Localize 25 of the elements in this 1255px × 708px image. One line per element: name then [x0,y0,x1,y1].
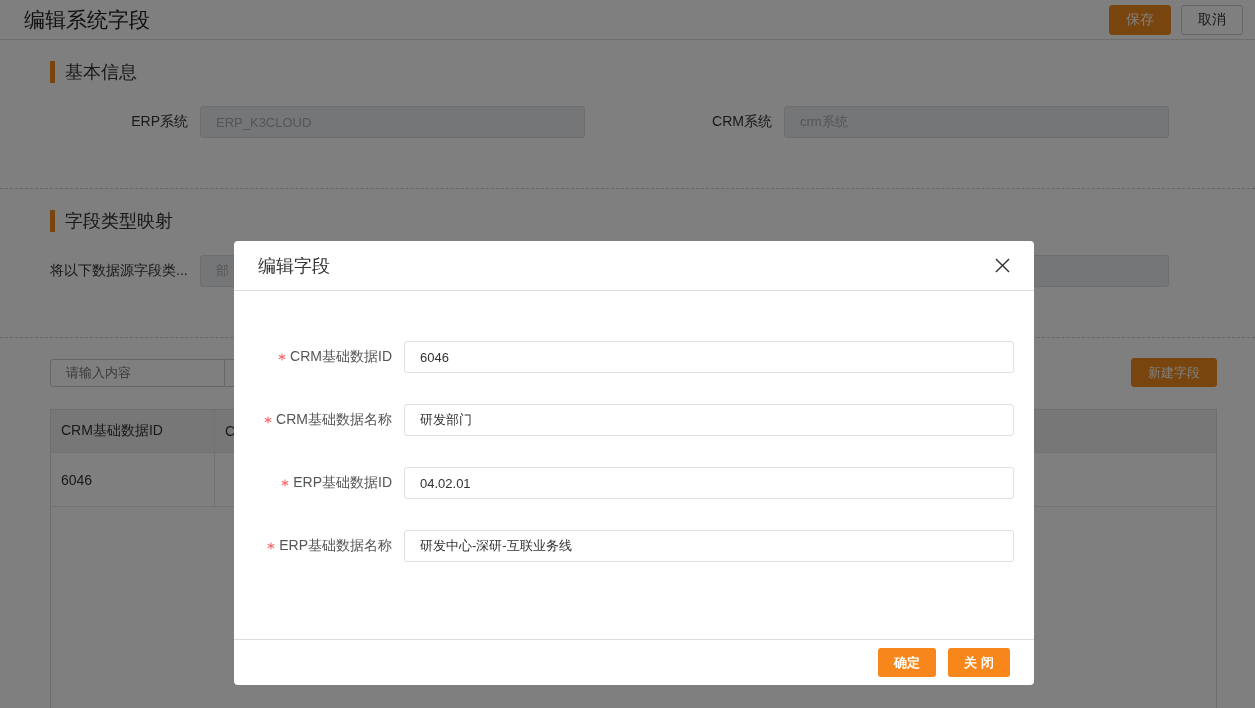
section-accent-bar [50,210,55,232]
input-field[interactable]: 研发中心-深研-互联业务线 [404,530,1014,562]
cancel-button[interactable]: 取消 [1181,4,1243,35]
close-button[interactable]: 关 闭 [948,648,1010,677]
new-field-button[interactable]: 新建字段 [1131,358,1217,387]
field-label: 将以下数据源字段类... [50,262,189,280]
dialog-title: 编辑字段 [258,254,330,278]
field-label: ERP基础数据ID [293,474,393,492]
input-field[interactable]: 研发部门 [404,404,1014,436]
close-icon[interactable] [995,258,1010,273]
field-label: CRM系统 [711,113,773,131]
save-button[interactable]: 保存 [1109,4,1171,35]
input-field[interactable]: 04.02.01 [404,467,1014,499]
field-label: ERP系统 [130,113,189,131]
field-label: CRM基础数据ID [290,348,393,366]
table-cell: 6046 [51,453,215,506]
field-label: ERP基础数据名称 [279,537,393,555]
column-header: CRM基础数据ID [51,410,215,452]
page-title: 编辑系统字段 [24,6,150,33]
section-title: 基本信息 [65,61,137,84]
search-field[interactable]: 请输入内容 [50,358,225,387]
confirm-button[interactable]: 确定 [878,648,937,677]
section-title: 字段类型映射 [65,210,173,233]
input-field[interactable]: 6046 [404,341,1014,373]
section-accent-bar [50,61,55,83]
